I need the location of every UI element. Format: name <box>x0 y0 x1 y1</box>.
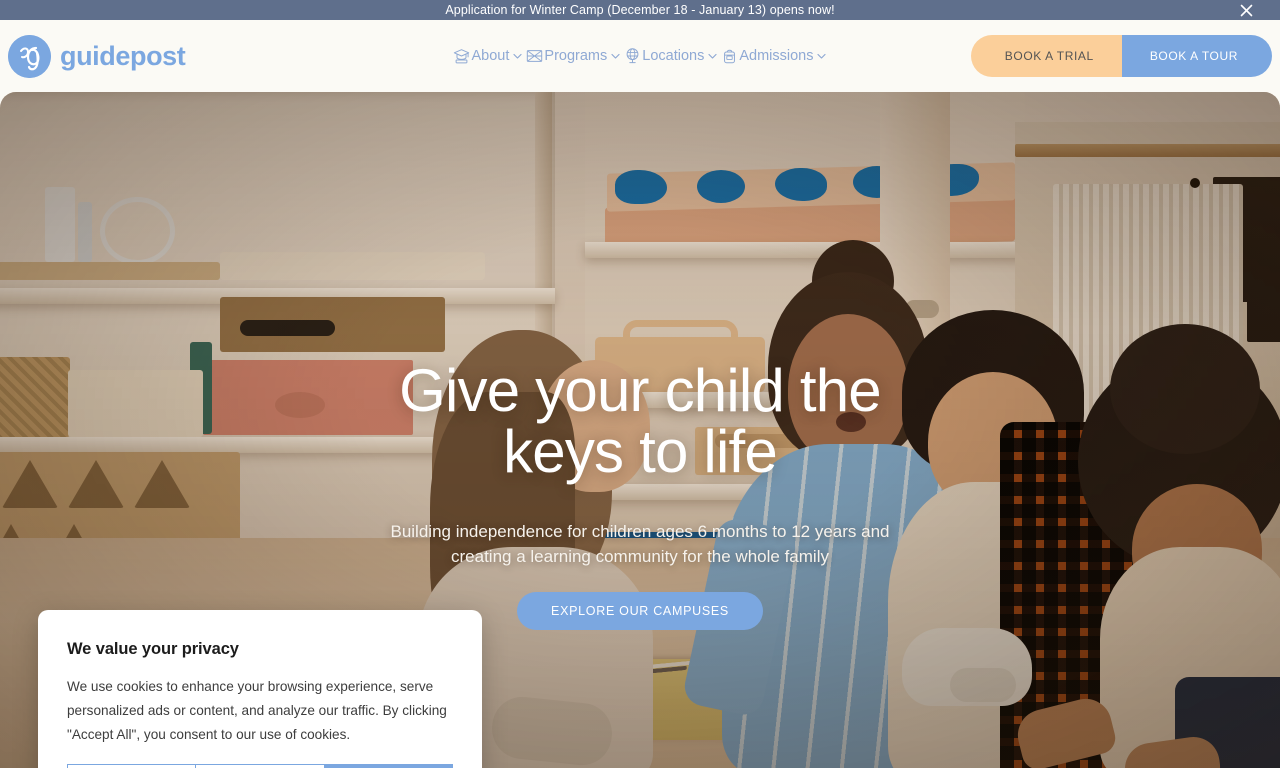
nav-item-about[interactable]: About <box>452 47 525 65</box>
explore-our-campuses-button[interactable]: EXPLORE OUR CAMPUSES <box>517 591 763 630</box>
nav-label-about: About <box>471 47 510 64</box>
hero-subtitle: Building independence for children ages … <box>390 520 889 569</box>
logo-text: guidepost <box>60 40 186 71</box>
nav-item-admissions[interactable]: Admissions <box>719 47 828 65</box>
announcement-text: Application for Winter Camp (December 18… <box>445 2 835 17</box>
nav-label-programs: Programs <box>544 47 608 64</box>
header-cta-group: BOOK A TRIAL BOOK A TOUR <box>970 35 1272 77</box>
globe-icon <box>623 47 641 65</box>
guidepost-monogram-icon <box>8 34 51 78</box>
hero-content: Give your child the keys to life Buildin… <box>0 360 1280 630</box>
hero-section: Give your child the keys to life Buildin… <box>0 92 1280 768</box>
book-a-trial-button[interactable]: BOOK A TRIAL <box>970 35 1122 77</box>
abacus-icon <box>525 47 543 65</box>
graduation-cap-icon <box>453 47 471 65</box>
site-header: guidepost About Programs Locations Admis… <box>0 20 1280 92</box>
book-a-tour-button[interactable]: BOOK A TOUR <box>1121 35 1272 77</box>
main-navigation: About Programs Locations Admissions <box>452 47 829 65</box>
cookie-dialog-actions: Customize Reject All Accept All <box>67 764 453 768</box>
hero-title-line-1: Give your child the <box>399 357 882 424</box>
page-title: Give your child the keys to life <box>399 357 882 486</box>
reject-all-button[interactable]: Reject All <box>195 764 325 768</box>
nav-label-admissions: Admissions <box>739 47 814 64</box>
nav-label-locations: Locations <box>642 47 705 64</box>
close-icon[interactable] <box>1236 0 1256 20</box>
backpack-icon <box>720 47 738 65</box>
hero-subtitle-line-1: Building independence for children ages … <box>390 522 890 542</box>
cookie-dialog-title: We value your privacy <box>67 640 239 658</box>
hero-title-line-2: keys to life <box>503 418 778 486</box>
nav-item-locations[interactable]: Locations <box>622 47 719 65</box>
chevron-down-icon <box>706 50 718 62</box>
logo[interactable]: guidepost <box>8 34 186 78</box>
chevron-down-icon <box>609 50 621 62</box>
accept-all-button[interactable]: Accept All <box>323 764 453 768</box>
customize-button[interactable]: Customize <box>67 764 197 768</box>
announcement-bar: Application for Winter Camp (December 18… <box>0 0 1280 20</box>
cookie-dialog-body: We use cookies to enhance your browsing … <box>67 679 447 742</box>
hero-subtitle-line-2: creating a learning community for the wh… <box>451 547 829 567</box>
chevron-down-icon <box>815 50 827 62</box>
cookie-consent-dialog: We value your privacy We use cookies to … <box>38 610 482 768</box>
nav-item-programs[interactable]: Programs <box>524 47 622 65</box>
chevron-down-icon <box>511 50 523 62</box>
